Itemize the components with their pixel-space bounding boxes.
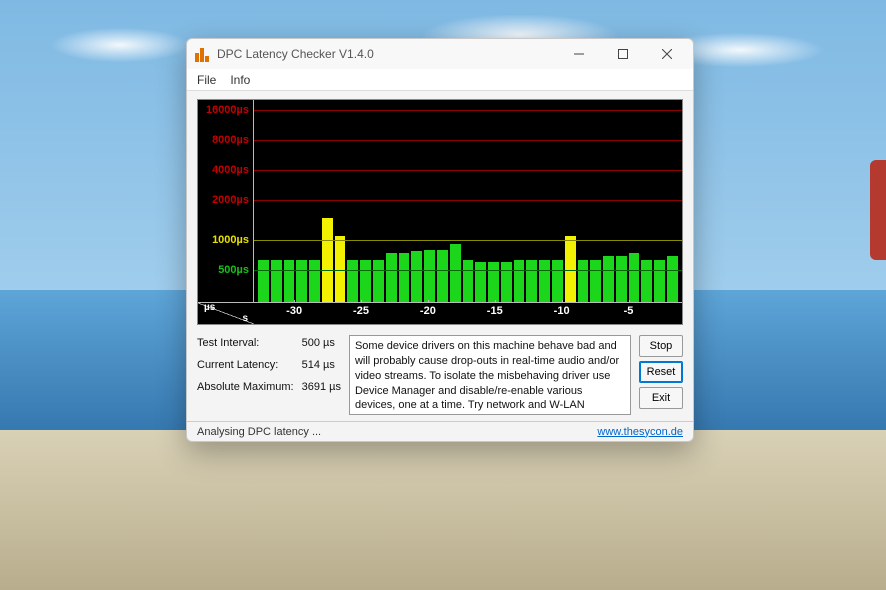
close-button[interactable] [645, 39, 689, 69]
window-controls [557, 39, 689, 69]
y-tick-label: 4000µs [212, 164, 249, 176]
plot-area [254, 100, 682, 302]
gridline [254, 270, 682, 271]
stop-button[interactable]: Stop [639, 335, 683, 357]
y-tick-label: 2000µs [212, 194, 249, 206]
latency-bar [578, 260, 589, 302]
status-text: Analysing DPC latency ... [197, 426, 597, 438]
stats-panel: Test Interval: 500 µs Current Latency: 5… [197, 335, 341, 415]
titlebar[interactable]: DPC Latency Checker V1.4.0 [187, 39, 693, 69]
test-interval-value: 500 µs [302, 337, 341, 349]
latency-bar [641, 260, 652, 302]
reset-button[interactable]: Reset [639, 361, 683, 383]
y-unit-label: µs [204, 302, 215, 313]
x-tick-mark [294, 300, 295, 303]
action-buttons: Stop Reset Exit [639, 335, 683, 415]
latency-bar [488, 262, 499, 302]
latency-bar [284, 260, 295, 302]
statusbar: Analysing DPC latency ... www.thesycon.d… [187, 421, 693, 441]
x-tick-label: -30 [286, 305, 302, 317]
wallpaper-beach [0, 430, 886, 590]
latency-bar [463, 260, 474, 302]
close-icon [662, 49, 672, 59]
latency-bar [654, 260, 665, 302]
gridline [254, 140, 682, 141]
test-interval-label: Test Interval: [197, 337, 294, 349]
minimize-button[interactable] [557, 39, 601, 69]
x-tick-label: -10 [554, 305, 570, 317]
y-tick-label: 500µs [218, 264, 249, 276]
latency-bar [526, 260, 537, 302]
exit-button[interactable]: Exit [639, 387, 683, 409]
current-latency-value: 514 µs [302, 359, 341, 371]
axis-unit-box: µs s [198, 302, 254, 324]
latency-bar [514, 260, 525, 302]
latency-bar [258, 260, 269, 302]
menubar: File Info [187, 69, 693, 91]
vendor-link[interactable]: www.thesycon.de [597, 426, 683, 438]
x-tick-label: -25 [353, 305, 369, 317]
latency-bar [552, 260, 563, 302]
x-tick-mark [428, 300, 429, 303]
latency-bar [590, 260, 601, 302]
latency-bar [271, 260, 282, 302]
latency-chart: 16000µs 8000µs 4000µs 2000µs 1000µs 500µs µs … [197, 99, 683, 325]
latency-bar [667, 256, 678, 302]
latency-bar [411, 251, 422, 302]
lower-panel: Test Interval: 500 µs Current Latency: 5… [187, 331, 693, 421]
x-unit-label: s [242, 313, 248, 324]
x-tick-mark [361, 300, 362, 303]
latency-bar [475, 262, 486, 302]
gridline [254, 110, 682, 111]
menu-info[interactable]: Info [230, 73, 250, 87]
latency-bar [565, 236, 576, 302]
latency-bar [347, 260, 358, 302]
menu-file[interactable]: File [197, 73, 216, 87]
bars-container [258, 100, 678, 302]
y-tick-label: 8000µs [212, 134, 249, 146]
latency-bar [424, 250, 435, 302]
latency-bar [309, 260, 320, 302]
y-axis-labels: 16000µs 8000µs 4000µs 2000µs 1000µs 500µs [198, 100, 254, 302]
app-icon [195, 46, 211, 62]
info-text: Some device drivers on this machine beha… [349, 335, 631, 415]
gridline [254, 200, 682, 201]
app-window: DPC Latency Checker V1.4.0 File Info 160… [186, 38, 694, 442]
latency-bar [450, 244, 461, 302]
absolute-max-value: 3691 µs [302, 381, 341, 393]
latency-bar [629, 253, 640, 302]
x-tick-label: -5 [624, 305, 634, 317]
latency-bar [322, 218, 333, 302]
x-tick-mark [629, 300, 630, 303]
latency-bar [539, 260, 550, 302]
feedback-tab[interactable] [870, 160, 886, 260]
window-title: DPC Latency Checker V1.4.0 [217, 47, 557, 61]
x-tick-mark [495, 300, 496, 303]
gridline [254, 170, 682, 171]
y-tick-label: 1000µs [212, 234, 249, 246]
x-tick-mark [562, 300, 563, 303]
x-axis: µs s -30 -25 -20 -15 -10 -5 [198, 302, 682, 324]
gridline [254, 240, 682, 241]
latency-bar [296, 260, 307, 302]
y-tick-label: 16000µs [206, 104, 249, 116]
latency-bar [603, 256, 614, 302]
latency-bar [386, 253, 397, 302]
maximize-button[interactable] [601, 39, 645, 69]
x-ticks: -30 -25 -20 -15 -10 -5 [254, 302, 682, 324]
x-tick-label: -20 [420, 305, 436, 317]
x-tick-label: -15 [487, 305, 503, 317]
current-latency-label: Current Latency: [197, 359, 294, 371]
latency-bar [360, 260, 371, 302]
latency-bar [501, 262, 512, 302]
absolute-max-label: Absolute Maximum: [197, 381, 294, 393]
latency-bar [399, 253, 410, 302]
latency-bar [373, 260, 384, 302]
maximize-icon [618, 49, 628, 59]
minimize-icon [574, 49, 584, 59]
latency-bar [335, 236, 346, 302]
latency-bar [437, 250, 448, 302]
latency-bar [616, 256, 627, 302]
